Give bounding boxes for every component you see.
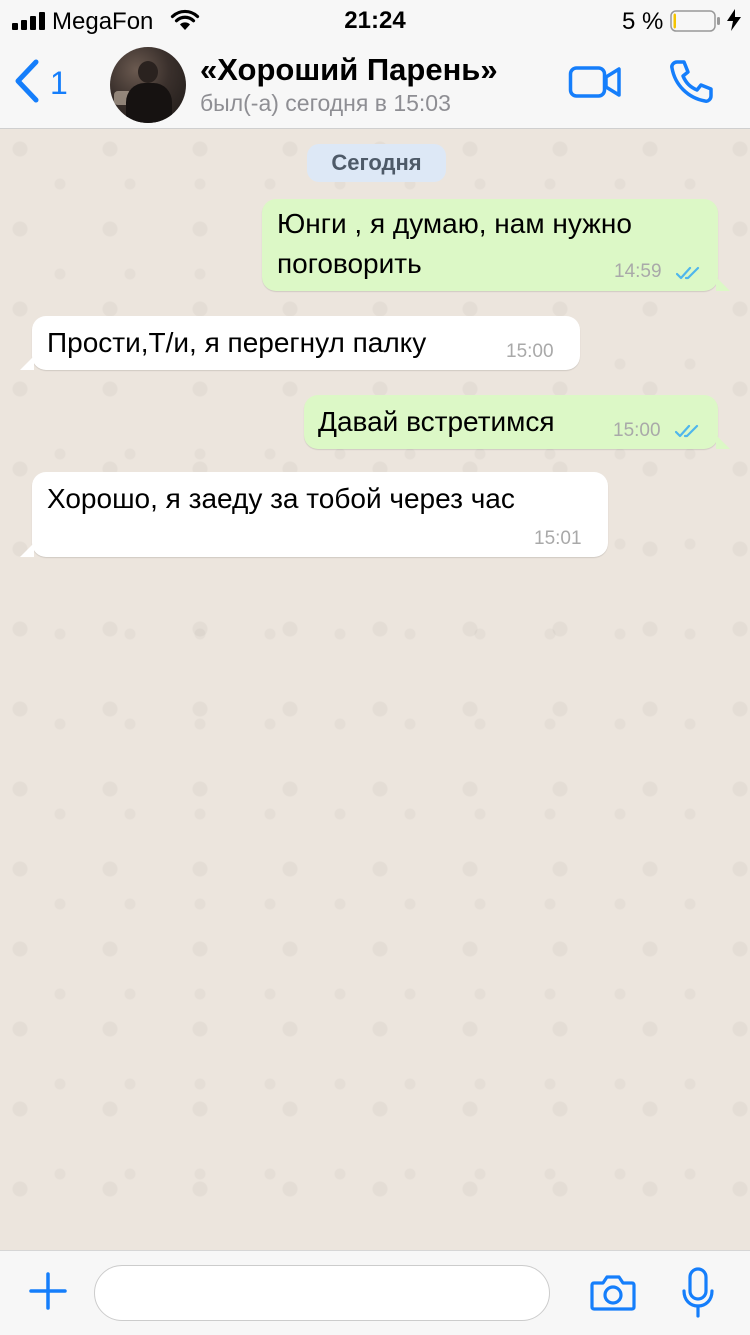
camera-button[interactable]: [590, 1273, 636, 1316]
incoming-message[interactable]: Прости,Т/и, я перегнул палку 15:00: [20, 316, 580, 370]
chevron-left-icon: [14, 59, 40, 108]
phone-icon: [670, 60, 713, 103]
battery-level-fill: [673, 13, 676, 29]
outgoing-message[interactable]: Юнги , я думаю, нам нужно поговорить 14:…: [262, 199, 730, 291]
read-receipt-icon: [675, 265, 704, 286]
message-time: 15:00: [506, 341, 554, 362]
last-seen-status: был(-а) сегодня в 15:03: [200, 90, 451, 116]
message-input-bar: [0, 1250, 750, 1335]
signal-strength-icon: [12, 12, 48, 35]
attach-button[interactable]: [28, 1271, 68, 1316]
message-line: поговорить: [277, 248, 422, 279]
camera-icon: [590, 1275, 636, 1311]
message-line: Юнги , я думаю, нам нужно: [277, 208, 632, 239]
message-input[interactable]: [94, 1265, 550, 1321]
chat-header: 1 «Хороший Парень» был(-а) сегодня в 15:…: [0, 40, 750, 129]
message-time: 14:59: [614, 261, 662, 282]
microphone-button[interactable]: [680, 1267, 716, 1324]
microphone-icon: [682, 1267, 714, 1318]
video-call-icon: [568, 66, 621, 98]
message-text: Прости,Т/и, я перегнул палку: [47, 323, 426, 363]
status-bar: MegaFon 21:24 5 %: [0, 0, 750, 40]
plus-icon: [29, 1272, 67, 1310]
battery-icon: [670, 10, 722, 37]
chat-area[interactable]: Сегодня Юнги , я думаю, нам нужно погово…: [0, 129, 750, 1250]
message-text: Давай встретимся: [318, 402, 555, 442]
message-line: Давай встретимся: [318, 406, 555, 437]
date-separator: Сегодня: [307, 144, 446, 182]
message-text: Хорошо, я заеду за тобой через час: [47, 479, 515, 519]
unread-count: 1: [50, 64, 68, 101]
video-call-button[interactable]: [568, 64, 622, 105]
message-text: Юнги , я думаю, нам нужно поговорить: [277, 204, 632, 284]
contact-name[interactable]: «Хороший Парень»: [200, 52, 498, 88]
battery-percentage: 5 %: [622, 8, 664, 35]
message-time: 15:00: [613, 420, 661, 441]
message-line: Прости,Т/и, я перегнул палку: [47, 327, 427, 358]
read-receipt-icon: [674, 423, 703, 444]
message-line: Хорошо, я заеду за тобой через час: [47, 483, 515, 514]
incoming-message[interactable]: Хорошо, я заеду за тобой через час 15:01: [20, 472, 608, 557]
outgoing-message[interactable]: Давай встретимся 15:00: [304, 395, 730, 449]
message-time: 15:01: [534, 528, 582, 549]
voice-call-button[interactable]: [668, 58, 714, 109]
wifi-icon: [170, 9, 200, 36]
charging-bolt-icon: [726, 9, 742, 36]
avatar[interactable]: [110, 47, 186, 123]
back-button[interactable]: 1: [14, 58, 68, 108]
carrier-name: MegaFon: [52, 8, 154, 35]
